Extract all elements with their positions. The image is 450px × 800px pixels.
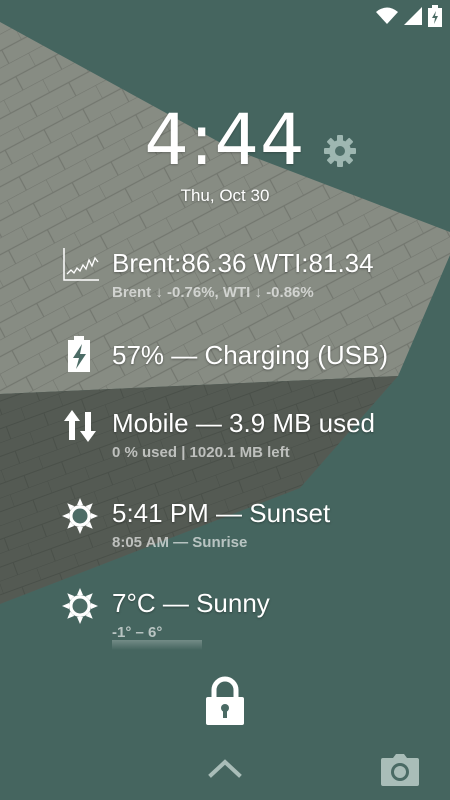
- camera-icon[interactable]: [381, 754, 419, 791]
- sun-icon: [62, 588, 98, 624]
- clock-time: 4:44: [144, 99, 306, 181]
- lock-icon[interactable]: [205, 676, 245, 731]
- data-transfer-icon: [62, 408, 98, 444]
- stocks-secondary: Brent ↓ -0.76%, WTI ↓ -0.86%: [112, 284, 314, 301]
- weather-primary: 7°C — Sunny: [112, 588, 270, 618]
- scroll-fade: [112, 640, 202, 650]
- clock-date: Thu, Oct 30: [180, 186, 270, 205]
- battery-charging-icon: [62, 334, 98, 372]
- status-bar: [0, 0, 450, 32]
- wifi-icon: [376, 7, 398, 25]
- chevron-up-icon[interactable]: [208, 757, 242, 784]
- signal-icon: [404, 7, 422, 25]
- battery-primary: 57% — Charging (USB): [112, 340, 388, 370]
- weather-secondary: -1° – 6°: [112, 624, 163, 641]
- sunrise-secondary: 8:05 AM — Sunrise: [112, 534, 248, 551]
- sun-icon: [62, 498, 98, 534]
- sunset-primary: 5:41 PM — Sunset: [112, 498, 331, 528]
- stocks-primary: Brent:86.36 WTI:81.34: [112, 248, 374, 278]
- mobile-data-secondary: 0 % used | 1020.1 MB left: [112, 444, 290, 461]
- battery-charging-icon: [428, 5, 442, 27]
- mobile-data-primary: Mobile — 3.9 MB used: [112, 408, 376, 438]
- settings-gear-icon[interactable]: [322, 133, 358, 174]
- stock-chart-icon: [62, 246, 99, 282]
